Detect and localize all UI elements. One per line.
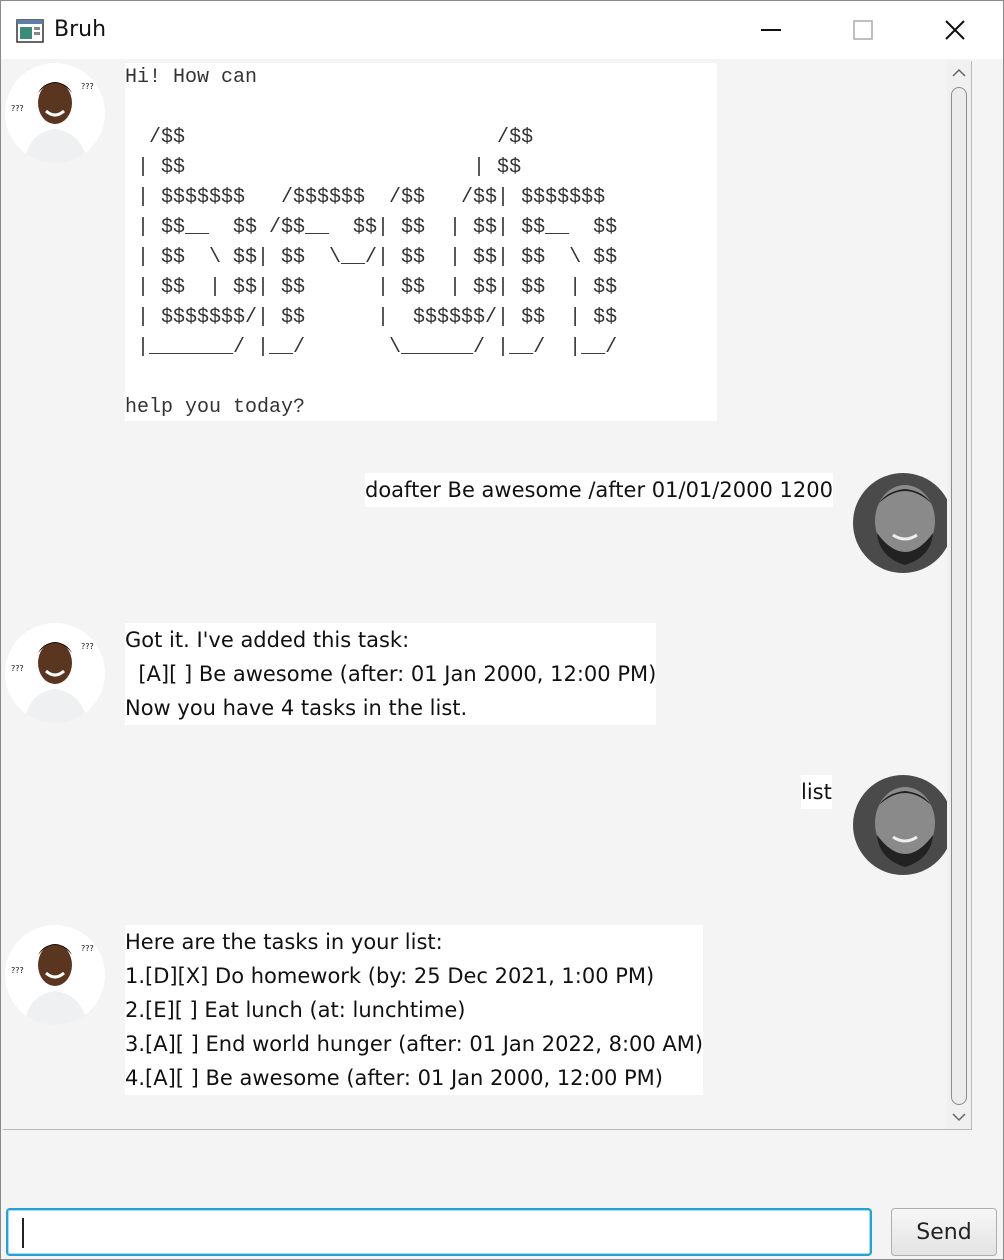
bot-avatar: ??? ??? — [5, 63, 105, 163]
window-title: Bruh — [54, 17, 107, 42]
bot-avatar-icon: ??? ??? — [5, 623, 105, 723]
bot-avatar-icon: ??? ??? — [5, 63, 105, 163]
scroll-down-button[interactable] — [947, 1107, 971, 1127]
user-avatar — [853, 775, 953, 875]
bot-avatar-question-right: ??? — [81, 642, 94, 651]
bot-avatar-question-right: ??? — [81, 944, 94, 953]
scrollbar-thumb[interactable] — [951, 87, 967, 1105]
text-caret — [22, 1218, 24, 1248]
title-bar[interactable]: Bruh — [1, 1, 1003, 59]
dialog-scroll-pane[interactable]: ??? ??? Hi! How can /$$ /$$ | $$ | $$ | … — [3, 61, 972, 1130]
scroll-up-button[interactable] — [947, 63, 971, 83]
maximize-button[interactable] — [817, 1, 909, 59]
user-avatar-icon — [853, 473, 953, 573]
message-input[interactable] — [6, 1208, 872, 1256]
chevron-down-icon — [952, 1113, 966, 1122]
user-message-bubble: list — [801, 775, 832, 809]
bot-message-bubble: Got it. I've added this task: [A][ ] Be … — [125, 623, 657, 725]
bot-avatar-question-left: ??? — [11, 104, 24, 113]
bot-message-bubble: Hi! How can /$$ /$$ | $$ | $$ | $$$$$$$ … — [125, 63, 717, 421]
bot-avatar-icon: ??? ??? — [5, 925, 105, 1025]
app-window: Bruh ??? ??? Hi! How can /$$ /$$ | $$ | … — [0, 0, 1004, 1260]
app-window-icon — [16, 19, 44, 43]
send-button[interactable]: Send — [891, 1208, 997, 1256]
minimize-icon — [761, 29, 781, 31]
bot-message-bubble: Here are the tasks in your list: 1.[D][X… — [125, 925, 704, 1095]
user-message-bubble: doafter Be awesome /after 01/01/2000 120… — [365, 473, 833, 507]
user-avatar — [853, 473, 953, 573]
chevron-up-icon — [952, 68, 966, 77]
bot-avatar-question-left: ??? — [11, 966, 24, 975]
vertical-scrollbar[interactable] — [947, 61, 971, 1129]
user-avatar-icon — [853, 775, 953, 875]
bot-avatar: ??? ??? — [5, 623, 105, 723]
bot-avatar: ??? ??? — [5, 925, 105, 1025]
close-button[interactable] — [909, 1, 1001, 59]
bot-avatar-question-right: ??? — [81, 82, 94, 91]
maximize-icon — [853, 20, 873, 40]
minimize-button[interactable] — [725, 1, 817, 59]
close-icon — [945, 20, 965, 40]
bot-avatar-question-left: ??? — [11, 664, 24, 673]
